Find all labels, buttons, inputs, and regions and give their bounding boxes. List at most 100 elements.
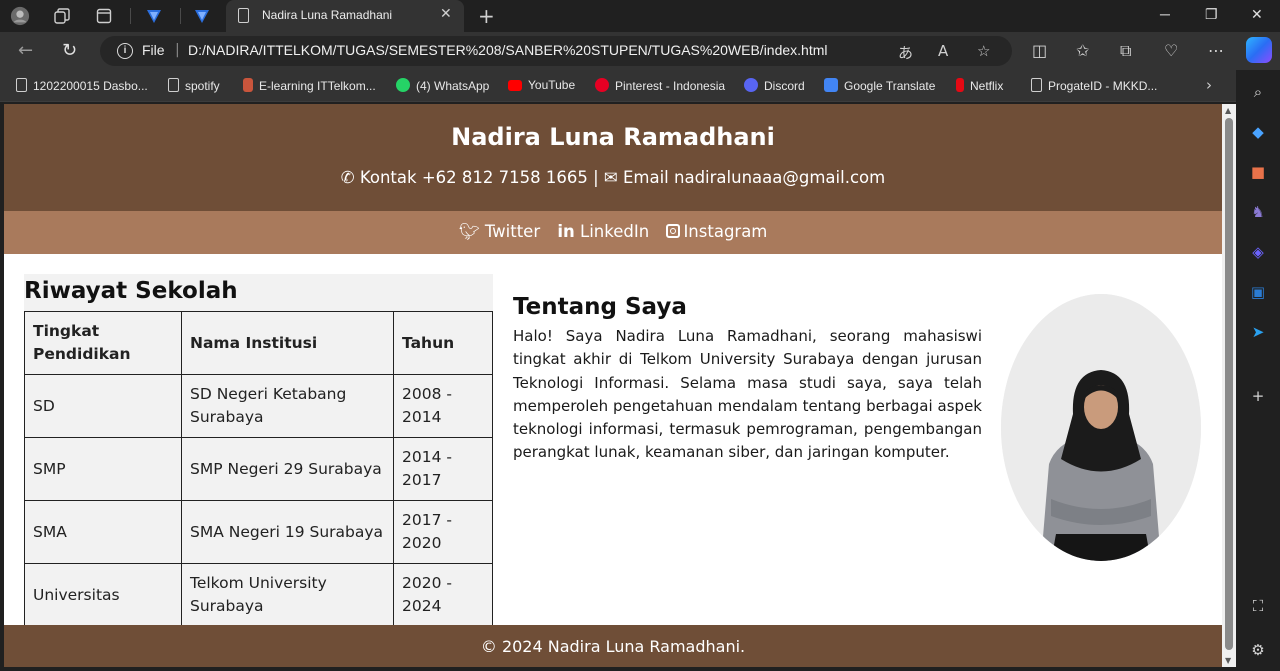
- favorites-icon[interactable]: ✩: [1076, 41, 1089, 60]
- pinned-tab-shield-icon[interactable]: [144, 6, 164, 26]
- bookmark-item[interactable]: 1202200015 Dasbo...: [16, 78, 148, 93]
- linkedin-link[interactable]: in LinkedIn: [557, 222, 649, 241]
- twitter-link[interactable]: 🐦︎ Twitter: [459, 222, 541, 241]
- instagram-link[interactable]: Instagram: [666, 222, 767, 241]
- about-section: Tentang Saya Halo! Saya Nadira Luna Rama…: [513, 294, 982, 465]
- settings-gear-icon[interactable]: ⚙: [1248, 640, 1268, 660]
- table-cell: SMP Negeri 29 Surabaya: [181, 437, 394, 501]
- scroll-down-icon[interactable]: ▼: [1225, 656, 1231, 665]
- contact-line: ✆ Kontak +62 812 7158 1665 | ✉ Email nad…: [4, 168, 1222, 187]
- translate-icon[interactable]: あ: [898, 42, 913, 63]
- bookmark-label: Google Translate: [844, 79, 936, 93]
- close-tab-icon[interactable]: ✕: [440, 6, 452, 22]
- pinned-tab-shield-icon[interactable]: [192, 6, 212, 26]
- bookmark-label: YouTube: [528, 78, 576, 92]
- table-header: Tahun: [393, 311, 493, 375]
- person-portrait-illustration: [1001, 294, 1201, 561]
- back-arrow-icon[interactable]: ←: [18, 40, 33, 61]
- page-scrollbar[interactable]: ▲ ▼: [1222, 104, 1236, 667]
- bookmark-label: E-learning ITTelkom...: [259, 79, 376, 93]
- copilot-sidebar-icon[interactable]: ◈: [1248, 242, 1268, 262]
- games-icon[interactable]: ♞: [1248, 202, 1268, 222]
- url-text[interactable]: D:/NADIRA/ITTELKOM/TUGAS/SEMESTER%208/SA…: [188, 42, 828, 58]
- read-aloud-icon[interactable]: A: [938, 42, 948, 60]
- table-cell: SMA Negeri 19 Surabaya: [181, 500, 394, 564]
- bookmark-label: spotify: [185, 79, 220, 93]
- footer-text: © 2024 Nadira Luna Ramadhani.: [480, 637, 746, 656]
- scroll-thumb[interactable]: [1225, 118, 1233, 650]
- elearning-icon: [243, 78, 253, 92]
- close-window-button[interactable]: ✕: [1251, 6, 1263, 23]
- profile-avatar-icon[interactable]: [10, 6, 30, 26]
- bookmark-item[interactable]: E-learning ITTelkom...: [243, 78, 376, 93]
- bookmark-item[interactable]: Google Translate: [824, 78, 935, 93]
- page-viewport: Nadira Luna Ramadhani ✆ Kontak +62 812 7…: [4, 104, 1222, 667]
- new-tab-button[interactable]: +: [478, 4, 495, 28]
- table-cell: SMA: [24, 500, 182, 564]
- address-bar[interactable]: i File | D:/NADIRA/ITTELKOM/TUGAS/SEMEST…: [100, 36, 1012, 66]
- more-menu-icon[interactable]: ⋯: [1208, 41, 1224, 60]
- url-divider: |: [175, 42, 180, 58]
- tools-briefcase-icon[interactable]: ■: [1248, 162, 1268, 182]
- copilot-icon[interactable]: [1246, 37, 1272, 63]
- scroll-up-icon[interactable]: ▲: [1225, 106, 1231, 115]
- split-screen-icon[interactable]: ◫: [1032, 41, 1047, 60]
- workspaces-icon[interactable]: [52, 6, 72, 26]
- discord-icon: [744, 78, 758, 92]
- bookmark-item[interactable]: spotify: [168, 78, 220, 93]
- linkedin-icon: in: [557, 222, 575, 241]
- phone-icon: ✆: [340, 168, 355, 187]
- table-cell: SD Negeri Ketabang Surabaya: [181, 374, 394, 438]
- table-header: Nama Institusi: [181, 311, 394, 375]
- chevron-right-icon[interactable]: ›: [1206, 76, 1212, 94]
- url-scheme-label: File: [142, 42, 165, 58]
- bookmark-label: Discord: [764, 79, 805, 93]
- doc-icon: [16, 78, 27, 92]
- bookmark-item[interactable]: Discord: [744, 78, 805, 93]
- linkedin-label: LinkedIn: [580, 222, 650, 241]
- table-cell: SMP: [24, 437, 182, 501]
- bookmark-item[interactable]: ProgateID - MKKD...: [1031, 78, 1157, 93]
- social-nav: 🐦︎ Twitter in LinkedIn Instagram: [4, 211, 1222, 254]
- bookmark-item[interactable]: (4) WhatsApp: [396, 78, 489, 93]
- table-cell: 2020 - 2024: [393, 563, 493, 627]
- school-history-title: Riwayat Sekolah: [24, 278, 238, 304]
- envelope-icon: ✉: [603, 168, 618, 187]
- shopping-tag-icon[interactable]: ◆: [1248, 122, 1268, 142]
- active-tab[interactable]: Nadira Luna Ramadhani ✕: [226, 0, 464, 32]
- performance-heart-icon[interactable]: ♡: [1164, 41, 1178, 60]
- netflix-icon: [956, 78, 964, 92]
- info-icon[interactable]: i: [117, 43, 133, 59]
- pinterest-icon: [595, 78, 609, 92]
- youtube-icon: [508, 80, 522, 91]
- restore-button[interactable]: ❐: [1205, 6, 1218, 23]
- site-footer: © 2024 Nadira Luna Ramadhani.: [4, 625, 1222, 667]
- bookmark-item[interactable]: YouTube: [508, 78, 575, 92]
- collections-icon[interactable]: ⧉: [1120, 41, 1131, 61]
- school-history-section: Riwayat Sekolah Tingkat Pendidikan Nama …: [24, 274, 493, 634]
- bookmark-item[interactable]: Pinterest - Indonesia: [595, 78, 725, 93]
- outlook-icon[interactable]: ▣: [1248, 282, 1268, 302]
- screenshot-icon[interactable]: ⛶: [1248, 596, 1268, 616]
- add-icon[interactable]: +: [1248, 386, 1268, 406]
- refresh-icon[interactable]: ↻: [62, 40, 77, 61]
- table-row: SD SD Negeri Ketabang Surabaya 2008 - 20…: [24, 374, 493, 438]
- table-row: Universitas Telkom University Surabaya 2…: [24, 563, 493, 627]
- table-row: SMP SMP Negeri 29 Surabaya 2014 - 2017: [24, 437, 493, 501]
- email-address: nadiralunaaa@gmail.com: [674, 168, 886, 187]
- whatsapp-icon: [396, 78, 410, 92]
- favorite-star-icon[interactable]: ☆: [977, 42, 990, 60]
- instagram-icon: [666, 224, 681, 238]
- bookmark-label: 1202200015 Dasbo...: [33, 79, 148, 93]
- contact-label: Kontak: [359, 168, 417, 187]
- search-icon[interactable]: ⌕: [1248, 82, 1268, 102]
- browser-toolbar: ← ↻ i File | D:/NADIRA/ITTELKOM/TUGAS/SE…: [0, 32, 1280, 70]
- vertical-tabs-icon[interactable]: [94, 6, 114, 26]
- email-label: Email: [622, 168, 669, 187]
- profile-photo: [1001, 294, 1201, 561]
- browser-tab-bar: Nadira Luna Ramadhani ✕ + ─ ❐ ✕: [0, 0, 1280, 32]
- bookmark-item[interactable]: Netflix: [956, 78, 1003, 93]
- minimize-button[interactable]: ─: [1160, 6, 1170, 22]
- twitter-icon: 🐦︎: [458, 222, 480, 241]
- telegram-icon[interactable]: ➤: [1248, 322, 1268, 342]
